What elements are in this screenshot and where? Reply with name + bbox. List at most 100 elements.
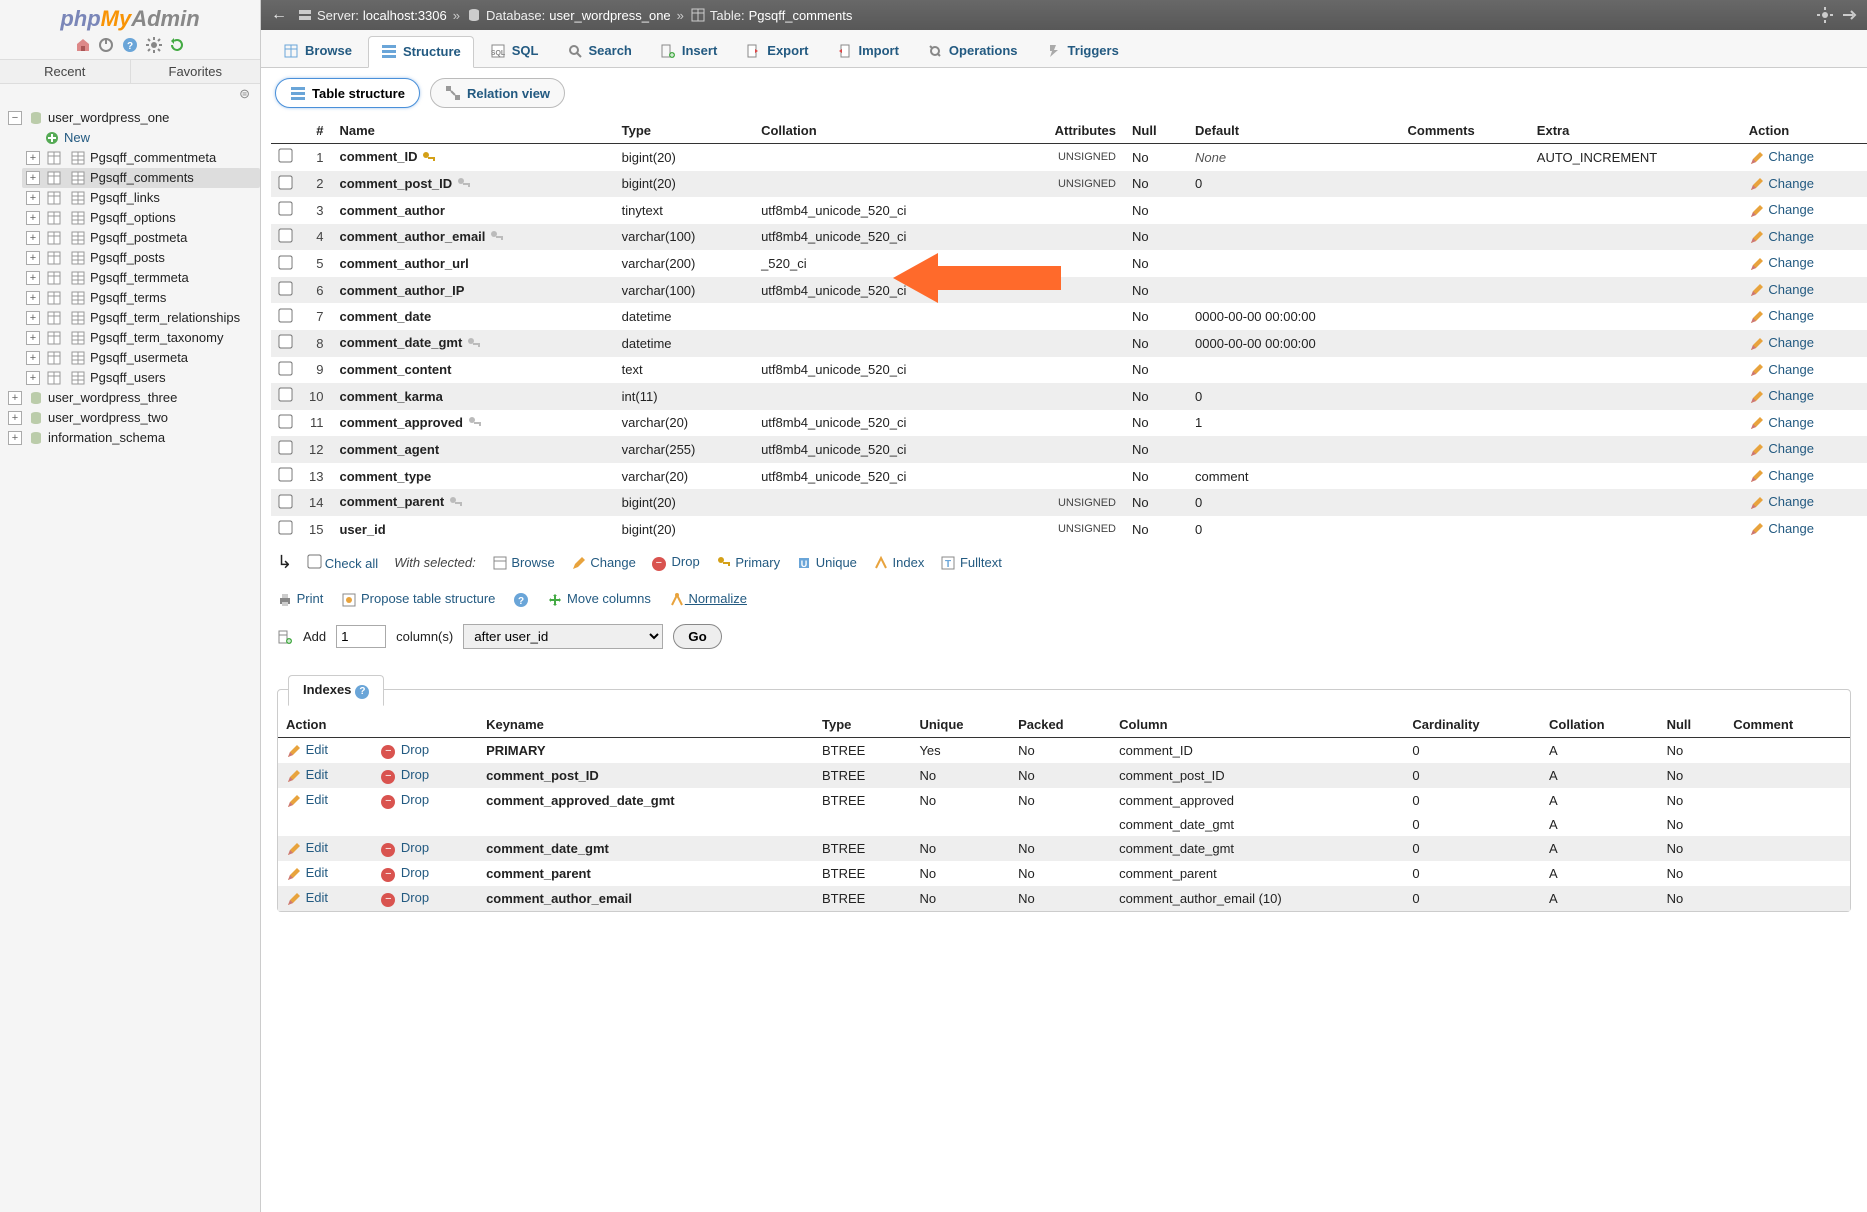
toggle-icon[interactable]: + (26, 371, 40, 385)
tab-triggers[interactable]: Triggers (1034, 36, 1131, 67)
index-edit-link[interactable]: Edit (306, 742, 328, 757)
breadcrumb-table[interactable]: Pgsqff_comments (749, 8, 853, 23)
change-link[interactable]: Change (1768, 494, 1814, 509)
table-node[interactable]: Pgsqff_termmeta (90, 270, 189, 285)
change-link[interactable]: Change (1768, 335, 1814, 350)
row-checkbox[interactable] (278, 441, 292, 455)
toggle-icon[interactable]: + (26, 251, 40, 265)
change-link[interactable]: Change (1768, 415, 1814, 430)
row-checkbox[interactable] (278, 308, 292, 322)
bulk-primary[interactable]: Primary (716, 555, 780, 572)
toggle-icon[interactable]: + (26, 271, 40, 285)
change-link[interactable]: Change (1768, 282, 1814, 297)
table-node[interactable]: Pgsqff_usermeta (90, 350, 188, 365)
help-icon[interactable]: ? (355, 685, 369, 699)
tab-sql[interactable]: SQLSQL (478, 36, 551, 67)
change-link[interactable]: Change (1768, 255, 1814, 270)
bulk-change[interactable]: Change (571, 555, 636, 572)
settings-icon[interactable] (146, 37, 162, 53)
column-name[interactable]: comment_author (339, 203, 444, 218)
table-node[interactable]: Pgsqff_term_relationships (90, 310, 240, 325)
change-link[interactable]: Change (1768, 176, 1814, 191)
add-position-select[interactable]: after user_id (463, 624, 663, 649)
table-node[interactable]: Pgsqff_posts (90, 250, 165, 265)
phpmyadmin-logo[interactable]: phpMyAdmin (0, 0, 260, 34)
toggle-icon[interactable]: + (8, 391, 22, 405)
collapse-all-icon[interactable]: ⊜ (239, 86, 250, 101)
change-link[interactable]: Change (1768, 521, 1814, 536)
index-edit-link[interactable]: Edit (306, 767, 328, 782)
row-checkbox[interactable] (278, 361, 292, 375)
table-node[interactable]: Pgsqff_terms (90, 290, 166, 305)
row-checkbox[interactable] (278, 388, 292, 402)
toggle-icon[interactable]: + (26, 151, 40, 165)
row-checkbox[interactable] (278, 228, 292, 242)
index-edit-link[interactable]: Edit (306, 792, 328, 807)
change-link[interactable]: Change (1768, 149, 1814, 164)
bulk-browse[interactable]: Browse (492, 555, 555, 572)
row-checkbox[interactable] (278, 202, 292, 216)
row-checkbox[interactable] (278, 255, 292, 269)
change-link[interactable]: Change (1768, 202, 1814, 217)
toggle-icon[interactable]: + (26, 351, 40, 365)
tab-operations[interactable]: Operations (915, 36, 1030, 67)
bulk-unique[interactable]: U Unique (796, 555, 857, 572)
breadcrumb-server[interactable]: localhost:3306 (363, 8, 447, 23)
column-name[interactable]: comment_content (339, 362, 451, 377)
change-link[interactable]: Change (1768, 388, 1814, 403)
change-link[interactable]: Change (1768, 229, 1814, 244)
change-link[interactable]: Change (1768, 468, 1814, 483)
recent-tab[interactable]: Recent (0, 60, 130, 83)
row-checkbox[interactable] (278, 149, 292, 163)
column-name[interactable]: comment_approved (339, 415, 463, 430)
propose-structure-link[interactable]: Propose table structure (341, 591, 495, 608)
favorites-tab[interactable]: Favorites (130, 60, 261, 83)
row-checkbox[interactable] (278, 335, 292, 349)
row-checkbox[interactable] (278, 521, 292, 535)
column-name[interactable]: comment_date_gmt (339, 335, 462, 350)
breadcrumb-db[interactable]: user_wordpress_one (549, 8, 670, 23)
tab-structure[interactable]: Structure (368, 36, 474, 68)
toggle-icon[interactable]: + (26, 331, 40, 345)
toggle-icon[interactable]: + (26, 231, 40, 245)
row-checkbox[interactable] (278, 281, 292, 295)
tab-search[interactable]: Search (555, 36, 644, 67)
table-node[interactable]: Pgsqff_term_taxonomy (90, 330, 223, 345)
go-button[interactable]: Go (673, 624, 722, 649)
subtab-relation-view[interactable]: Relation view (430, 78, 565, 108)
bulk-fulltext[interactable]: T Fulltext (940, 555, 1002, 572)
index-edit-link[interactable]: Edit (306, 840, 328, 855)
row-checkbox[interactable] (278, 467, 292, 481)
table-node[interactable]: Pgsqff_comments (90, 170, 194, 185)
toggle-icon[interactable]: + (26, 191, 40, 205)
tab-insert[interactable]: Insert (648, 36, 729, 67)
column-name[interactable]: comment_karma (339, 389, 442, 404)
change-link[interactable]: Change (1768, 362, 1814, 377)
bulk-drop[interactable]: − Drop (652, 554, 700, 571)
page-settings-icon[interactable] (1817, 7, 1833, 23)
column-name[interactable]: comment_author_url (339, 256, 468, 271)
db-node[interactable]: user_wordpress_one (48, 110, 169, 125)
subtab-table-structure[interactable]: Table structure (275, 78, 420, 108)
column-name[interactable]: comment_agent (339, 442, 439, 457)
column-name[interactable]: comment_author_IP (339, 283, 464, 298)
add-count-input[interactable] (336, 625, 386, 648)
table-node[interactable]: Pgsqff_postmeta (90, 230, 187, 245)
toggle-icon[interactable]: + (8, 411, 22, 425)
db-node[interactable]: information_schema (48, 430, 165, 445)
column-name[interactable]: comment_type (339, 469, 431, 484)
index-edit-link[interactable]: Edit (306, 890, 328, 905)
toggle-icon[interactable]: − (8, 111, 22, 125)
row-checkbox[interactable] (278, 175, 292, 189)
check-all[interactable]: Check all (308, 555, 378, 571)
change-link[interactable]: Change (1768, 308, 1814, 323)
row-checkbox[interactable] (278, 414, 292, 428)
index-drop-link[interactable]: Drop (401, 742, 429, 757)
toggle-icon[interactable]: + (26, 311, 40, 325)
index-drop-link[interactable]: Drop (401, 865, 429, 880)
table-node[interactable]: Pgsqff_commentmeta (90, 150, 216, 165)
help-icon[interactable]: ? (513, 592, 529, 608)
move-columns-link[interactable]: Move columns (547, 591, 650, 608)
new-table-link[interactable]: New (64, 130, 90, 145)
db-node[interactable]: user_wordpress_two (48, 410, 168, 425)
